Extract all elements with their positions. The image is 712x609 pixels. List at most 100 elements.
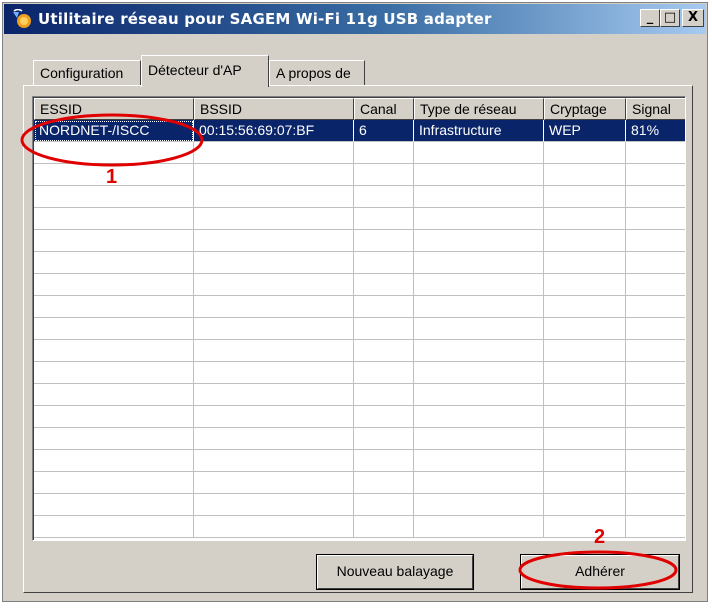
cell-canal [354,186,414,208]
column-signal[interactable]: Signal [626,98,685,120]
column-essid[interactable]: ESSID [34,98,194,120]
cell-bssid [194,384,354,406]
list-item[interactable] [34,318,685,340]
cell-cryptage [544,164,626,186]
cell-cryptage [544,472,626,494]
cell-signal [626,428,685,450]
cell-type [414,318,544,340]
cell-essid [34,494,194,516]
cell-type [414,164,544,186]
cell-signal [626,450,685,472]
cell-type [414,208,544,230]
list-item[interactable] [34,516,685,538]
tab-ap-detector[interactable]: Détecteur d'AP [141,55,269,87]
wifi-app-icon [13,9,31,28]
cell-canal [354,164,414,186]
list-item[interactable] [34,142,685,164]
cell-bssid [194,252,354,274]
cell-type [414,340,544,362]
column-canal[interactable]: Canal [354,98,414,120]
list-item[interactable] [34,186,685,208]
cell-canal [354,340,414,362]
ap-list[interactable]: ESSID BSSID Canal Type de réseau Cryptag… [32,96,686,541]
cell-essid [34,406,194,428]
list-item[interactable] [34,340,685,362]
column-cryptage[interactable]: Cryptage [544,98,626,120]
cell-cryptage [544,142,626,164]
cell-type [414,472,544,494]
list-item[interactable] [34,428,685,450]
cell-signal [626,516,685,538]
list-item[interactable] [34,296,685,318]
cell-type [414,494,544,516]
minimize-button[interactable]: _ [640,9,660,27]
cell-signal [626,340,685,362]
cell-type [414,142,544,164]
cell-signal [626,208,685,230]
cell-cryptage: WEP [544,120,626,142]
cell-essid [34,428,194,450]
cell-type: Infrastructure [414,120,544,142]
cell-canal [354,406,414,428]
list-item[interactable] [34,384,685,406]
cell-cryptage [544,384,626,406]
cell-canal [354,384,414,406]
cell-cryptage [544,296,626,318]
cell-cryptage [544,208,626,230]
cell-type [414,428,544,450]
cell-bssid [194,318,354,340]
list-item[interactable] [34,230,685,252]
cell-canal: 6 [354,120,414,142]
cell-bssid [194,450,354,472]
cell-type [414,186,544,208]
cell-essid [34,186,194,208]
cell-cryptage [544,340,626,362]
tab-configuration[interactable]: Configuration [33,60,141,86]
list-item[interactable]: NORDNET-/ISCC 00:15:56:69:07:BF 6 Infrastru… [34,120,685,142]
maximize-button[interactable]: □ [660,9,680,27]
cell-type [414,406,544,428]
list-item[interactable] [34,472,685,494]
list-item[interactable] [34,406,685,428]
column-bssid[interactable]: BSSID [194,98,354,120]
cell-essid [34,318,194,340]
cell-bssid [194,494,354,516]
close-button[interactable]: X [682,9,704,27]
cell-canal [354,494,414,516]
list-item[interactable] [34,252,685,274]
cell-bssid: 00:15:56:69:07:BF [194,120,354,142]
list-item[interactable] [34,274,685,296]
list-item[interactable] [34,208,685,230]
cell-type [414,384,544,406]
cell-bssid [194,472,354,494]
cell-essid [34,274,194,296]
cell-essid [34,516,194,538]
list-item[interactable] [34,362,685,384]
cell-signal [626,406,685,428]
cell-bssid [194,208,354,230]
cell-essid [34,252,194,274]
new-scan-button[interactable]: Nouveau balayage [317,555,473,589]
cell-bssid [194,274,354,296]
cell-cryptage [544,252,626,274]
list-item[interactable] [34,450,685,472]
cell-essid [34,142,194,164]
cell-canal [354,142,414,164]
annotation-marker-2: 2 [594,526,606,548]
cell-signal [626,362,685,384]
tab-about[interactable]: A propos de [269,60,365,86]
cell-canal [354,472,414,494]
cell-canal [354,296,414,318]
list-item[interactable] [34,164,685,186]
cell-cryptage [544,186,626,208]
column-type[interactable]: Type de réseau [414,98,544,120]
tab-label: A propos de [276,65,351,81]
cell-bssid [194,296,354,318]
list-item[interactable] [34,494,685,516]
join-button[interactable]: Adhérer [521,555,679,589]
cell-type [414,252,544,274]
cell-bssid [194,230,354,252]
title-bar[interactable]: Utilitaire réseau pour SAGEM Wi-Fi 11g U… [4,4,706,34]
cell-essid [34,384,194,406]
join-button-frame: Adhérer [520,554,680,590]
